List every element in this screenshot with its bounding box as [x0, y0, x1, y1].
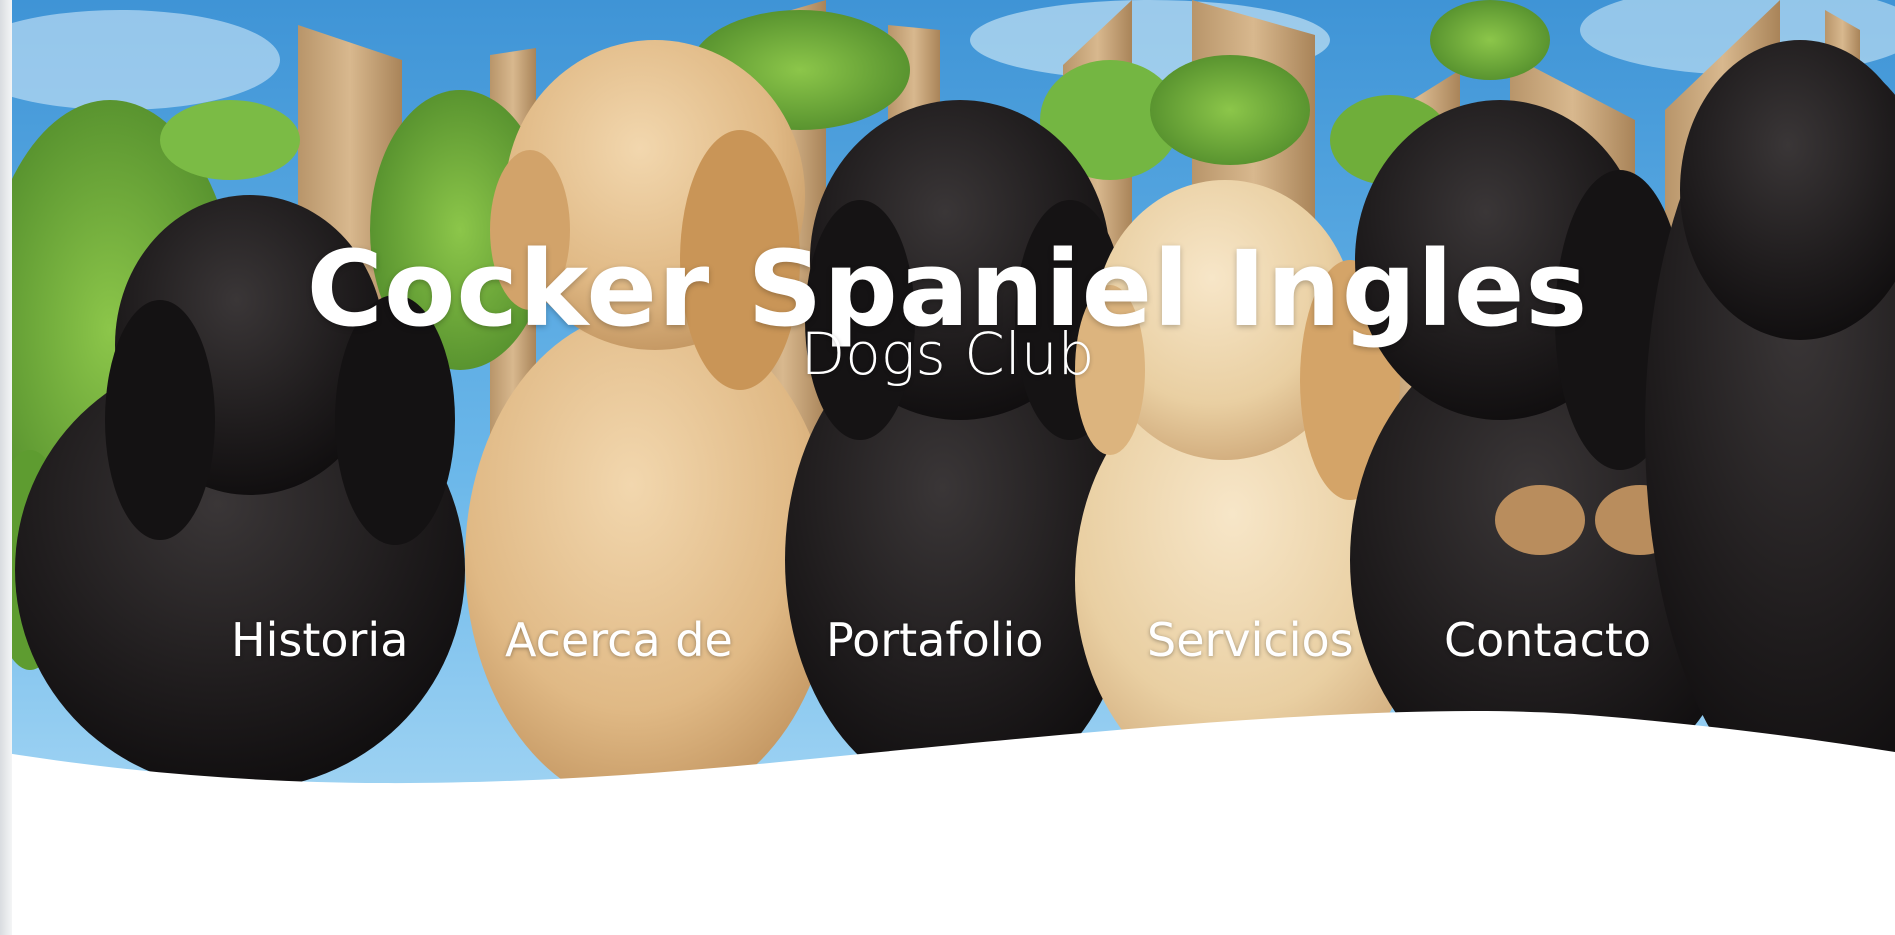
- nav-link-servicios[interactable]: Servicios: [1147, 608, 1354, 672]
- main-navigation: Historia Acerca de Portafolio Servicios …: [0, 608, 1895, 672]
- hero-banner: Cocker Spaniel Ingles Dogs Club Historia…: [0, 0, 1895, 800]
- nav-link-historia[interactable]: Historia: [231, 608, 408, 672]
- nav-link-portafolio[interactable]: Portafolio: [826, 608, 1043, 672]
- nav-link-acerca-de[interactable]: Acerca de: [505, 608, 733, 672]
- wave-divider: [0, 711, 1895, 935]
- nav-link-contacto[interactable]: Contacto: [1444, 608, 1651, 672]
- site-subtitle: Dogs Club: [800, 320, 1095, 388]
- left-edge-shadow: [0, 0, 12, 935]
- page: Cocker Spaniel Ingles Dogs Club Historia…: [0, 0, 1895, 935]
- hero-photo-cocker-spaniel-puppies: [0, 0, 1895, 800]
